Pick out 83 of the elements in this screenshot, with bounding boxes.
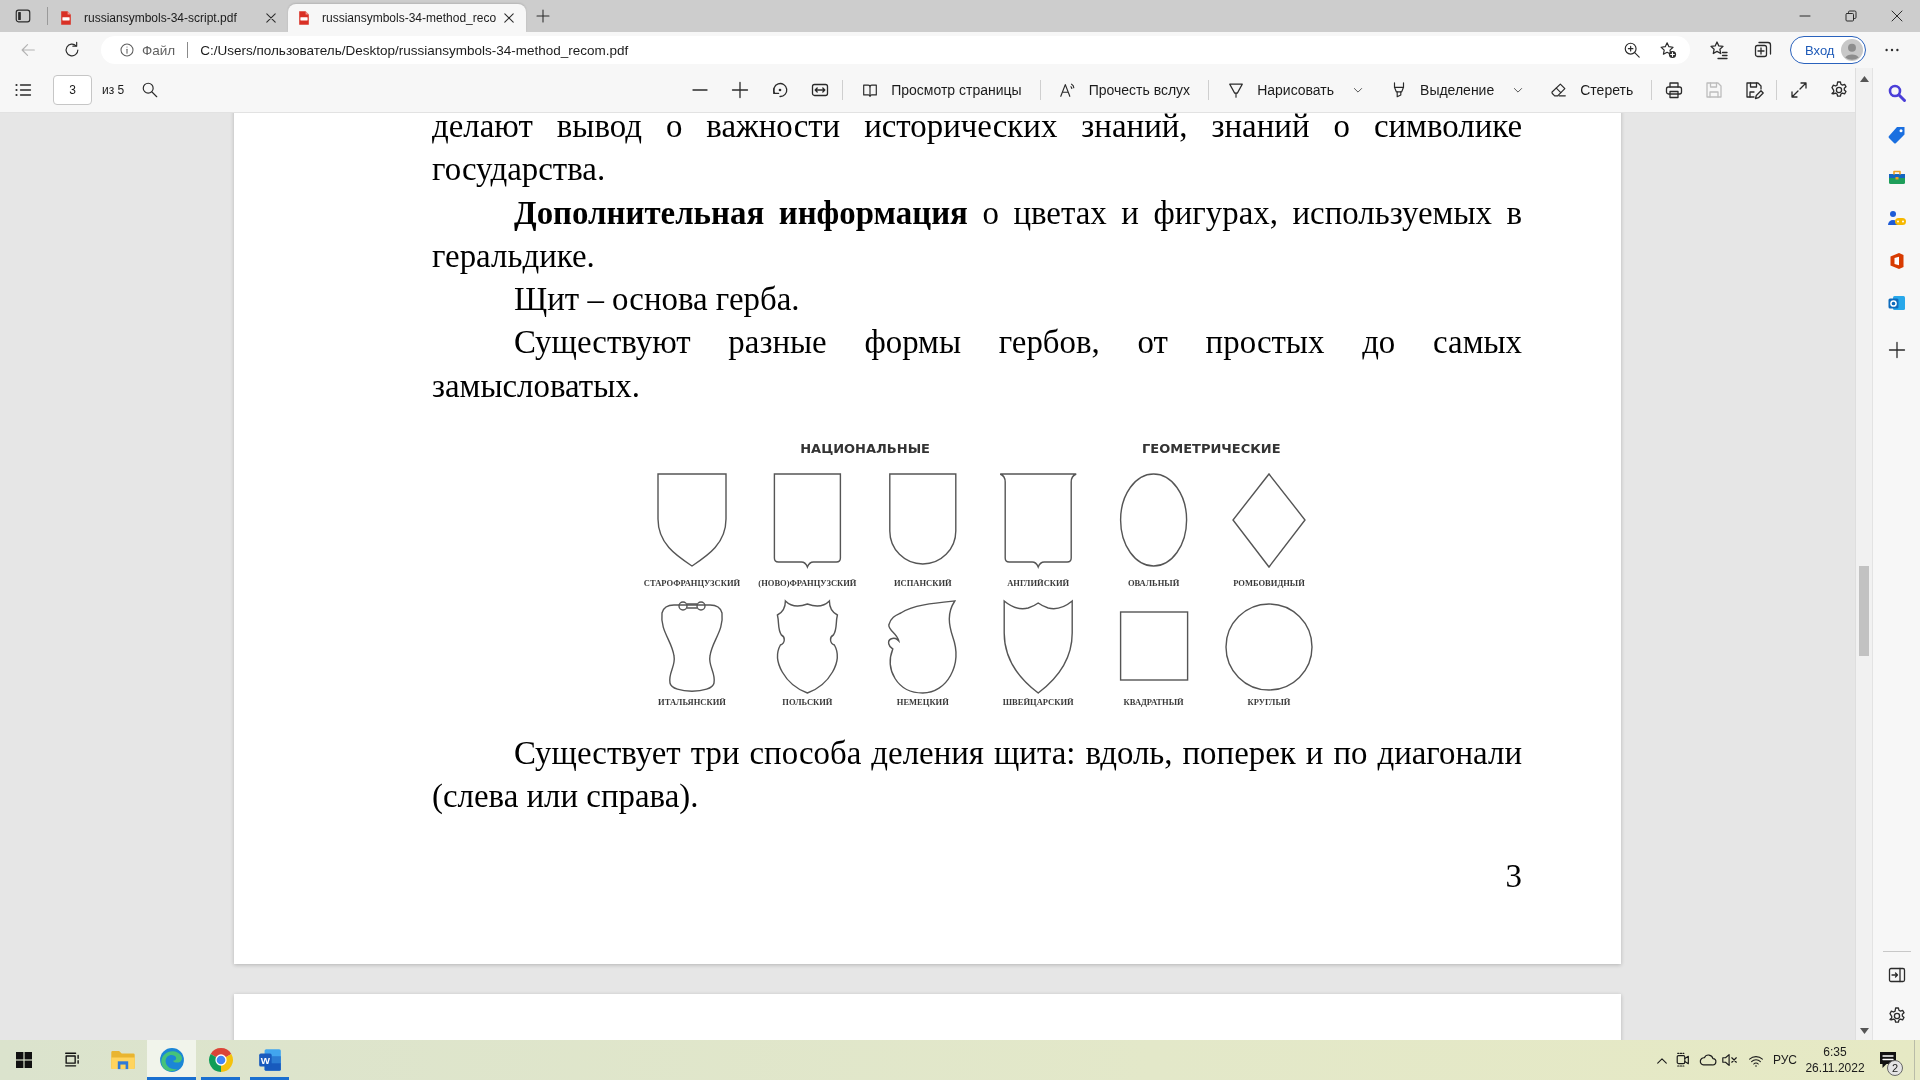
read-aloud-icon: [1058, 81, 1077, 99]
avatar-icon: [1841, 39, 1863, 61]
paragraph: Существуют разные формы гербов, от простых до самых замысловатых.: [432, 323, 1522, 406]
shape-caption: КВАДРАТНЫЙ: [1123, 697, 1184, 708]
read-aloud-button[interactable]: Прочесть вслух: [1052, 74, 1197, 106]
page-number-field[interactable]: 3: [53, 75, 92, 105]
paragraph: Существует три способа деления щита: вдоль, поперек и по диагонали (слева или справа).: [432, 734, 1522, 817]
star-list-icon[interactable]: [1709, 40, 1729, 60]
shape-caption: НЕМЕЦКИЙ: [896, 697, 949, 708]
sidebar-panel-icon[interactable]: [14, 7, 32, 25]
chevron-up-icon[interactable]: [1655, 1055, 1668, 1065]
sidebar-toggle-icon[interactable]: [1886, 965, 1907, 985]
shape-caption: (НОВО)ФРАНЦУЗСКИЙ: [757, 578, 856, 589]
shape-caption: ИСПАНСКИЙ: [893, 578, 952, 589]
draw-button[interactable]: Нарисовать: [1221, 74, 1371, 106]
settings-icon[interactable]: [1886, 1006, 1907, 1026]
figure-heading: ГЕОМЕТРИЧЕСКИЕ: [1141, 441, 1281, 457]
site-info-label[interactable]: Файл: [142, 42, 176, 58]
taskbar-button[interactable]: W: [245, 1040, 294, 1080]
expand-icon[interactable]: [1789, 80, 1810, 100]
document-icon: [296, 10, 312, 26]
scrollbar[interactable]: [1855, 68, 1872, 1040]
plus-icon[interactable]: [535, 8, 551, 24]
task-view-icon[interactable]: [63, 1051, 81, 1069]
squares-plus-icon[interactable]: [1753, 40, 1773, 60]
paragraph: Щит – основа герба.: [513, 280, 801, 320]
input-language[interactable]: РУС: [1772, 1053, 1797, 1067]
erase-button[interactable]: Стереть: [1544, 74, 1640, 106]
address-bar[interactable]: Файл C:/Users/пользователь/Desktop/russiansymbols-34-method_recom.pdf: [101, 36, 1690, 64]
page-number: 3: [1504, 856, 1522, 896]
star-plus-icon[interactable]: [1659, 41, 1677, 59]
printer-icon[interactable]: [1664, 80, 1685, 100]
page-count: из 5: [102, 83, 125, 97]
clock-time[interactable]: 6:35: [1823, 1044, 1847, 1060]
shape-caption: АНГЛИЙСКИЙ: [1006, 578, 1069, 589]
paragraph: делают вывод о важности исторических знаний, знаний о символике государства.: [432, 113, 1522, 190]
camera-icon[interactable]: [1674, 1051, 1691, 1069]
sign-in-button[interactable]: Вход: [1790, 36, 1866, 64]
shape-caption: ШВЕЙЦАРСКИЙ: [1002, 697, 1074, 708]
notification-count[interactable]: 2: [1887, 1060, 1903, 1076]
tag-icon[interactable]: [1886, 125, 1907, 145]
shape-caption: ПОЛЬСКИЙ: [781, 697, 832, 708]
clock-date[interactable]: 26.11.2022: [1805, 1060, 1865, 1076]
scrollbar-thumb[interactable]: [1859, 566, 1869, 656]
floppy-pen-icon[interactable]: [1744, 80, 1765, 100]
close-icon[interactable]: [264, 11, 278, 25]
shape-caption: ИТАЛЬЯНСКИЙ: [657, 697, 726, 708]
square-outline: [1119, 611, 1188, 681]
shape-caption: КРУГЛЫЙ: [1247, 697, 1290, 708]
browser-tab[interactable]: russiansymbols-34-method_reco: [288, 4, 526, 32]
eraser-icon: [1550, 81, 1569, 99]
settings-icon[interactable]: [1829, 80, 1850, 100]
highlight-button[interactable]: Выделение: [1384, 74, 1531, 106]
search-icon[interactable]: [141, 81, 160, 99]
speaker-muted-icon[interactable]: [1720, 1051, 1739, 1069]
plus-icon[interactable]: [1886, 340, 1907, 360]
start-icon[interactable]: [16, 1052, 32, 1068]
zoom-in-icon[interactable]: [1623, 41, 1641, 59]
page-view-button[interactable]: Просмотр страницы: [855, 74, 1028, 106]
figure-heading: НАЦИОНАЛЬНЫЕ: [799, 441, 930, 457]
down-arrow-icon[interactable]: [1859, 1028, 1869, 1034]
shape-caption: СТАРОФРАНЦУЗСКИЙ: [643, 578, 740, 589]
plus-icon[interactable]: [730, 80, 751, 100]
browser-tab[interactable]: russiansymbols-34-script.pdf: [50, 4, 288, 32]
book-icon: [861, 81, 880, 99]
up-arrow-icon[interactable]: [1859, 76, 1869, 82]
paragraph: Дополнительная информация о цветах и фигурах, используемых в геральдике.: [432, 193, 1522, 276]
taskbar-button[interactable]: [147, 1040, 196, 1080]
mail-icon[interactable]: [1886, 293, 1907, 313]
document-icon: [58, 10, 74, 26]
pen-icon: [1227, 81, 1246, 99]
cloud-icon[interactable]: [1698, 1051, 1717, 1069]
shape-caption: РОМБОВИДНЫЙ: [1232, 578, 1305, 589]
search-icon[interactable]: [1886, 83, 1907, 103]
restore-icon[interactable]: [1845, 10, 1857, 22]
color-wheel-icon: [207, 1047, 234, 1073]
url-text[interactable]: C:/Users/пользователь/Desktop/russiansymbols-34-method_recom.pdf: [200, 42, 629, 58]
refresh-icon[interactable]: [63, 41, 81, 59]
swirl-icon: [158, 1047, 185, 1073]
close-icon[interactable]: [502, 11, 516, 25]
info-icon[interactable]: [119, 42, 135, 58]
shape-caption: ОВАЛЬНЫЙ: [1127, 578, 1179, 589]
close-icon[interactable]: [1891, 10, 1903, 22]
